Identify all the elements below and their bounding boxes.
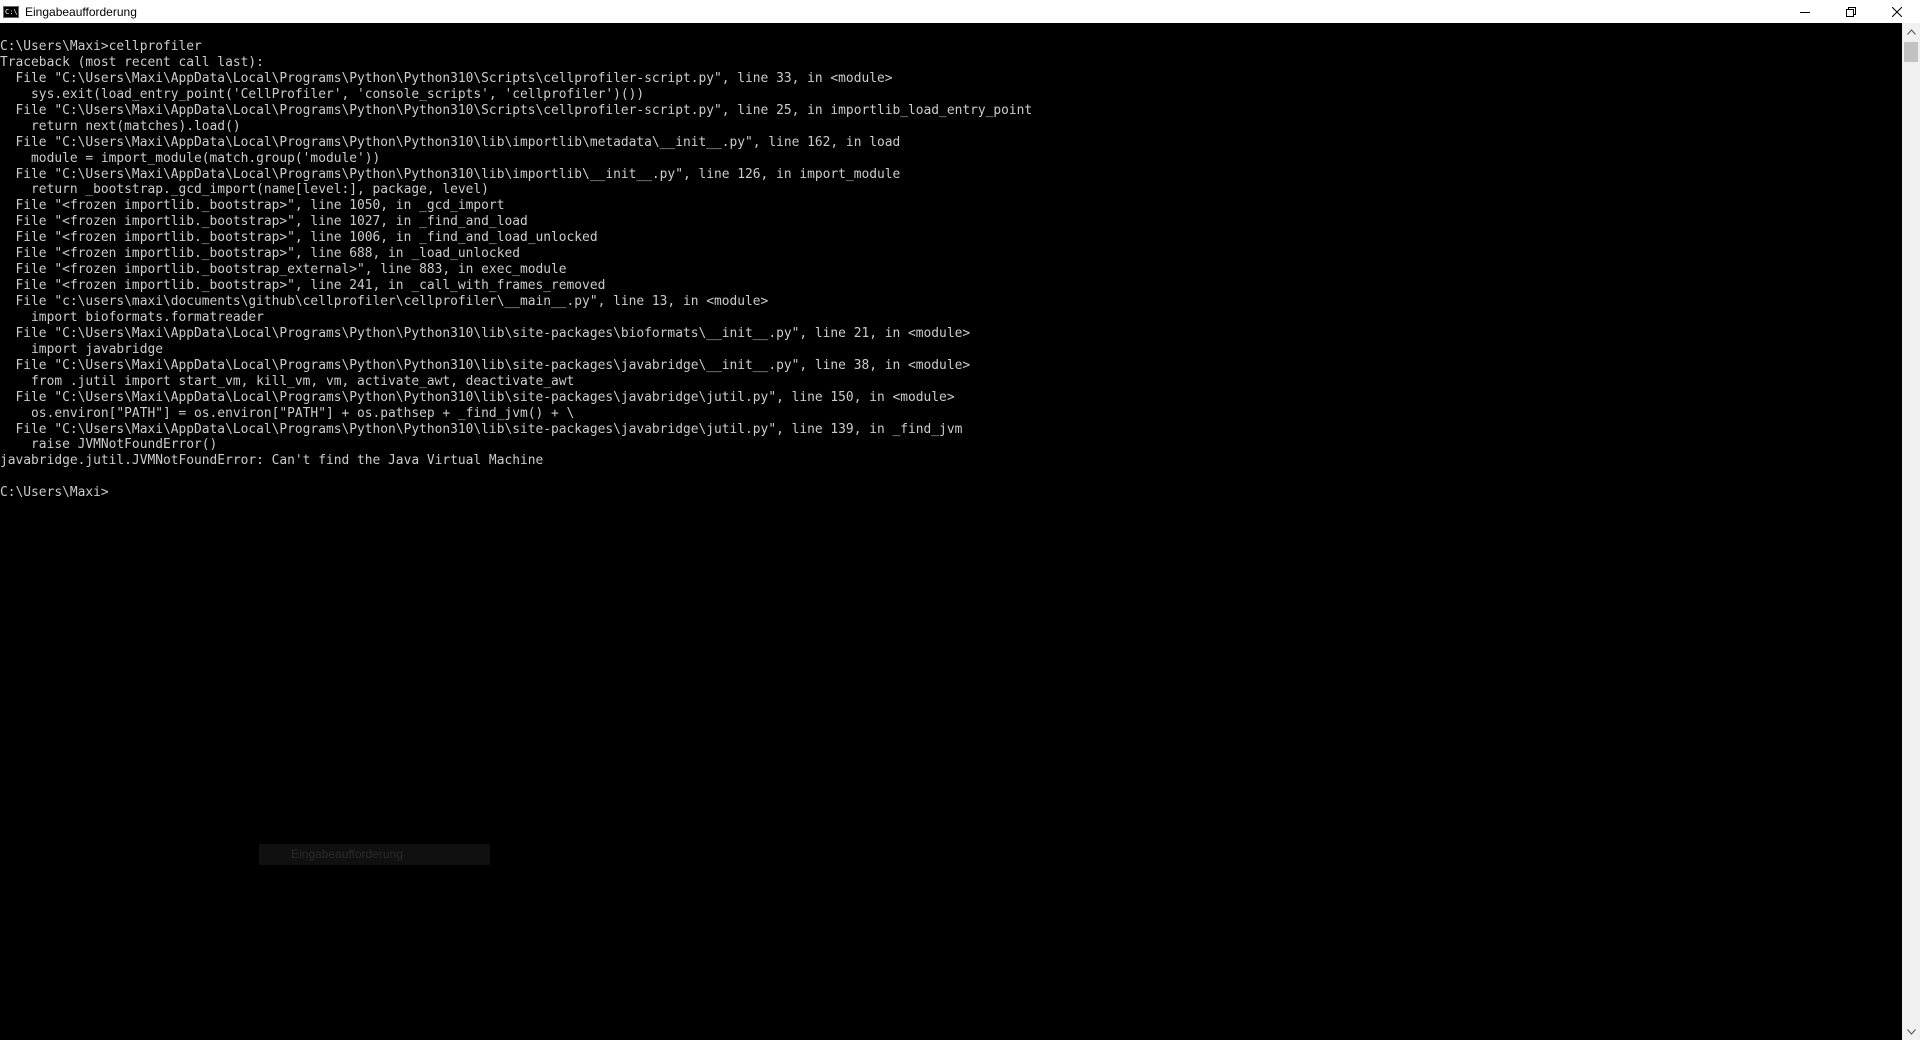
- console-line: sys.exit(load_entry_point('CellProfiler'…: [0, 86, 645, 102]
- chevron-up-icon: [1906, 28, 1916, 35]
- console-line: File "<frozen importlib._bootstrap>", li…: [0, 246, 520, 262]
- title-bar[interactable]: C:\ Eingabeaufforderung: [0, 0, 1920, 23]
- console-text-area: C:\Users\Maxi>cellprofiler Traceback (mos…: [0, 23, 1902, 501]
- console-line: File "C:\Users\Maxi\AppData\Local\Progra…: [0, 421, 963, 437]
- console-output[interactable]: C:\Users\Maxi>cellprofiler Traceback (mos…: [0, 23, 1902, 1040]
- window-title: Eingabeaufforderung: [25, 4, 137, 19]
- scroll-up-button[interactable]: [1902, 23, 1920, 40]
- vertical-scrollbar[interactable]: [1902, 23, 1920, 1040]
- console-line: javabridge.jutil.JVMNotFoundError: Can't…: [0, 453, 544, 469]
- command-prompt-window: C:\ Eingabeaufforderung C:\Users\Maxi>ce…: [0, 0, 1920, 1040]
- console-line: os.environ["PATH"] = os.environ["PATH"] …: [0, 405, 575, 421]
- scroll-down-button[interactable]: [1902, 1023, 1920, 1040]
- console-line: File "C:\Users\Maxi\AppData\Local\Progra…: [0, 70, 893, 86]
- console-line: File "c:\users\maxi\documents\github\cel…: [0, 294, 769, 309]
- console-line: File "<frozen importlib._bootstrap>", li…: [0, 230, 598, 246]
- console-line: import bioformats.formatreader: [0, 309, 264, 325]
- console-line: File "C:\Users\Maxi\AppData\Local\Progra…: [0, 166, 901, 182]
- window-controls: [1782, 0, 1920, 23]
- console-line: C:\Users\Maxi>cellprofiler: [0, 39, 202, 54]
- minimize-button[interactable]: [1782, 0, 1828, 23]
- console-line: module = import_module(match.group('modu…: [0, 150, 381, 166]
- console-line: return _bootstrap._gcd_import(name[level…: [0, 182, 489, 198]
- console-line: File "C:\Users\Maxi\AppData\Local\Progra…: [0, 134, 901, 150]
- taskbar-preview-ghost: Eingabeaufforderung: [259, 844, 490, 865]
- restore-icon: [1846, 6, 1856, 17]
- console-line: File "<frozen importlib._bootstrap>", li…: [0, 198, 505, 214]
- console-line: raise JVMNotFoundError(): [0, 437, 218, 453]
- close-icon: [1892, 6, 1902, 17]
- console-line: File "C:\Users\Maxi\AppData\Local\Progra…: [0, 325, 971, 341]
- console-icon: C:\: [3, 5, 19, 18]
- close-button[interactable]: [1874, 0, 1920, 23]
- console-line: Traceback (most recent call last):: [0, 54, 264, 70]
- console-line: from .jutil import start_vm, kill_vm, vm…: [0, 373, 575, 389]
- minimize-icon: [1800, 11, 1810, 13]
- restore-button[interactable]: [1828, 0, 1874, 23]
- console-line: File "C:\Users\Maxi\AppData\Local\Progra…: [0, 357, 971, 373]
- chevron-down-icon: [1906, 1028, 1916, 1035]
- console-line: File "C:\Users\Maxi\AppData\Local\Progra…: [0, 389, 955, 405]
- console-line: C:\Users\Maxi>: [0, 485, 109, 501]
- console-line: File "<frozen importlib._bootstrap_exter…: [0, 262, 567, 278]
- console-line: File "C:\Users\Maxi\AppData\Local\Progra…: [0, 102, 1033, 118]
- console-line: File "<frozen importlib._bootstrap>", li…: [0, 214, 528, 230]
- console-line: return next(matches).load(): [0, 118, 241, 134]
- console-line: import javabridge: [0, 341, 163, 357]
- console-line: File "<frozen importlib._bootstrap>", li…: [0, 278, 606, 294]
- scroll-thumb[interactable]: [1904, 42, 1918, 62]
